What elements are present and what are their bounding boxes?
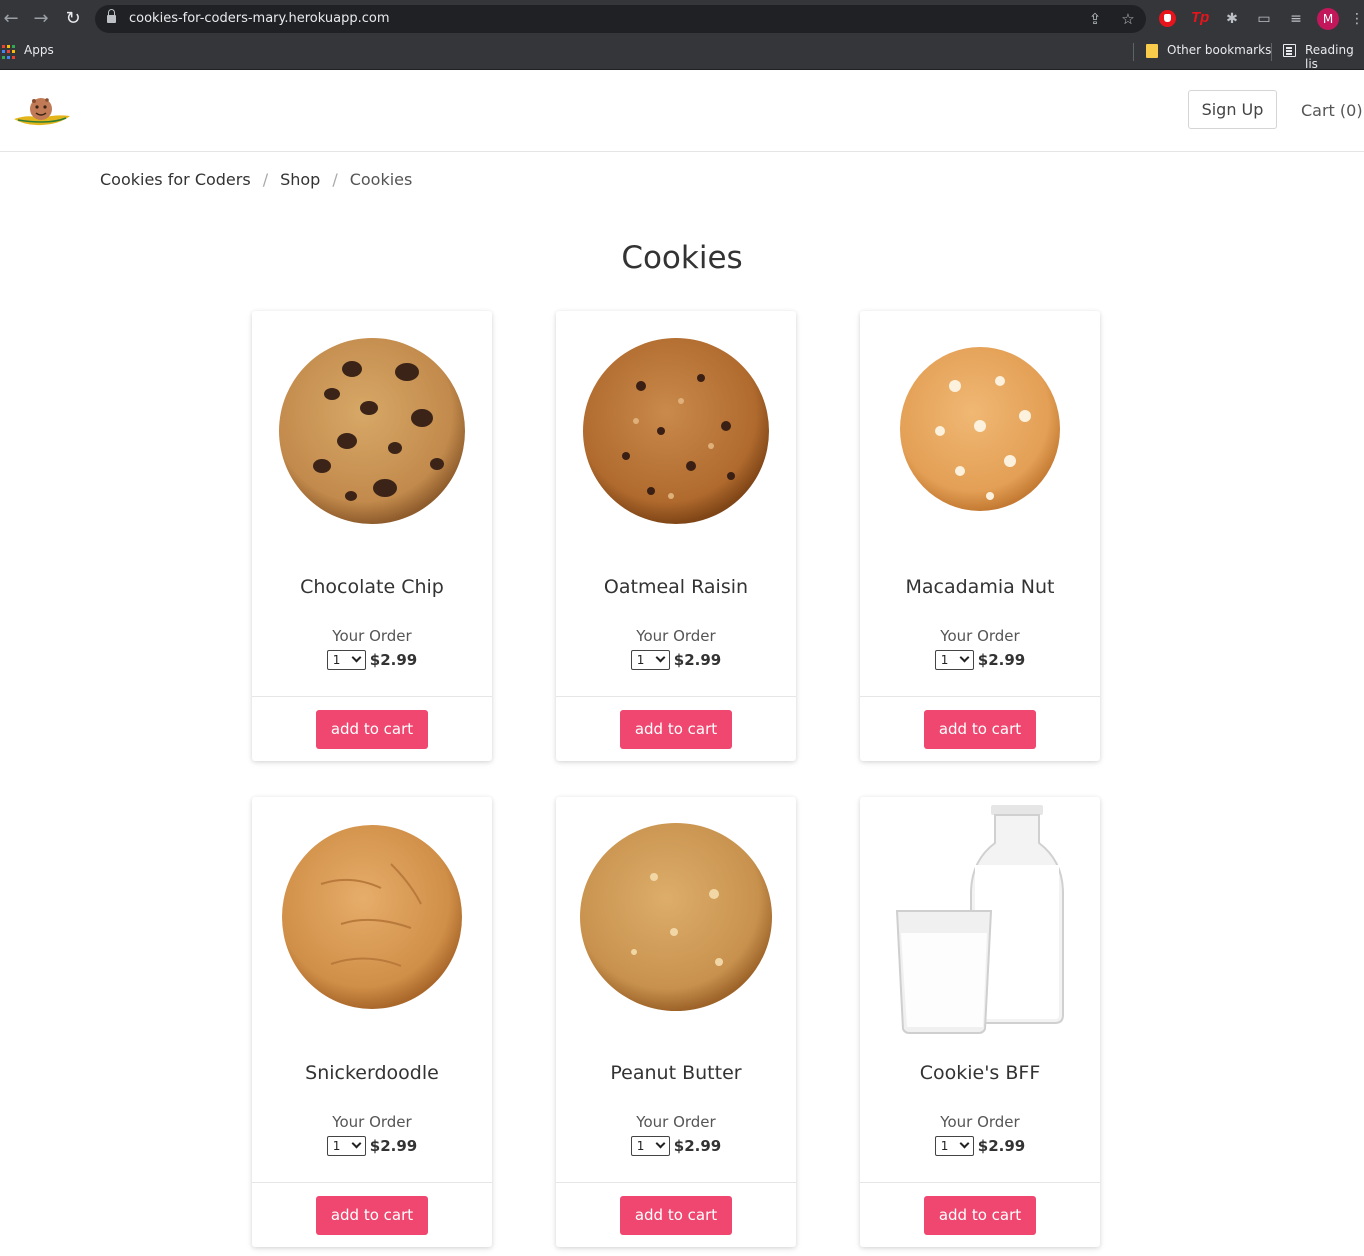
- product-card: Peanut Butter Your Order 1 $2.99 add to …: [556, 797, 796, 1247]
- extension-hand-icon[interactable]: [1159, 10, 1176, 27]
- page-title: Cookies: [621, 240, 743, 276]
- bookmark-divider: [1133, 43, 1134, 61]
- order-label: Your Order: [940, 627, 1020, 645]
- breadcrumb-separator: /: [332, 170, 338, 189]
- breadcrumb-shop[interactable]: Shop: [280, 170, 320, 189]
- peanut-butter-cookie-image: [580, 823, 772, 1011]
- sign-up-button[interactable]: Sign Up: [1188, 90, 1277, 129]
- breadcrumb: Cookies for Coders / Shop / Cookies: [100, 170, 412, 189]
- product-card: Snickerdoodle Your Order 1 $2.99 add to …: [252, 797, 492, 1247]
- bookmarks-bar: Apps Other bookmarks Reading lis: [0, 38, 1364, 71]
- browser-toolbar: ← → ↻ cookies-for-coders-mary.herokuapp.…: [0, 0, 1364, 38]
- order-label: Your Order: [332, 627, 412, 645]
- kebab-menu-icon[interactable]: ⋮: [1347, 9, 1364, 29]
- site-logo[interactable]: [12, 94, 72, 134]
- chevron-down-icon: [959, 1138, 970, 1149]
- share-icon[interactable]: ⇪: [1085, 9, 1105, 29]
- quantity-select[interactable]: 1: [326, 650, 366, 670]
- bookmark-star-icon[interactable]: ☆: [1118, 9, 1138, 29]
- product-card: Cookie's BFF Your Order 1 $2.99 add to c…: [860, 797, 1100, 1247]
- product-price: $2.99: [977, 651, 1026, 669]
- cast-icon[interactable]: ▭: [1254, 9, 1274, 29]
- folder-icon: [1146, 44, 1158, 58]
- other-bookmarks[interactable]: Other bookmarks: [1167, 43, 1271, 57]
- breadcrumb-current: Cookies: [349, 170, 413, 189]
- reading-list-icon: [1283, 44, 1296, 57]
- chevron-down-icon: [351, 652, 362, 663]
- apps-grid-icon[interactable]: [2, 45, 16, 59]
- order-label: Your Order: [636, 1113, 716, 1131]
- bookmark-divider: [1271, 43, 1272, 61]
- product-price: $2.99: [673, 651, 722, 669]
- product-name: Macadamia Nut: [905, 576, 1055, 598]
- product-name: Cookie's BFF: [919, 1062, 1041, 1084]
- quantity-select[interactable]: 1: [934, 1136, 974, 1156]
- add-to-cart-button[interactable]: add to cart: [924, 1196, 1036, 1235]
- back-arrow-icon[interactable]: ←: [0, 8, 22, 30]
- product-name: Snickerdoodle: [305, 1062, 439, 1084]
- extensions-puzzle-icon[interactable]: ✱: [1222, 9, 1242, 29]
- order-label: Your Order: [332, 1113, 412, 1131]
- apps-bookmark[interactable]: Apps: [24, 43, 54, 57]
- chevron-down-icon: [351, 1138, 362, 1149]
- address-bar[interactable]: cookies-for-coders-mary.herokuapp.com ⇪ …: [95, 5, 1146, 33]
- chevron-down-icon: [655, 1138, 666, 1149]
- product-card: Macadamia Nut Your Order 1 $2.99 add to …: [860, 311, 1100, 761]
- chevron-down-icon: [655, 652, 666, 663]
- breadcrumb-separator: /: [262, 170, 269, 189]
- product-name: Oatmeal Raisin: [603, 576, 749, 598]
- product-price: $2.99: [369, 651, 418, 669]
- product-price: $2.99: [673, 1137, 722, 1155]
- extension-tp-icon[interactable]: Tp: [1191, 9, 1209, 26]
- reading-list[interactable]: Reading lis: [1305, 43, 1364, 71]
- product-name: Peanut Butter: [610, 1062, 742, 1084]
- cart-link[interactable]: Cart (0): [1301, 101, 1363, 120]
- quantity-select[interactable]: 1: [934, 650, 974, 670]
- url-text[interactable]: cookies-for-coders-mary.herokuapp.com: [129, 11, 389, 26]
- lock-icon: [107, 9, 116, 24]
- macadamia-nut-cookie-image: [900, 347, 1060, 511]
- media-control-icon[interactable]: ≡: [1286, 9, 1306, 29]
- product-card: Oatmeal Raisin Your Order 1 $2.99 add to…: [556, 311, 796, 761]
- oatmeal-raisin-cookie-image: [583, 338, 769, 524]
- add-to-cart-button[interactable]: add to cart: [620, 1196, 732, 1235]
- product-name: Chocolate Chip: [300, 576, 444, 598]
- site-header: Sign Up Cart (0): [0, 70, 1364, 152]
- quantity-select[interactable]: 1: [630, 650, 670, 670]
- product-price: $2.99: [369, 1137, 418, 1155]
- order-label: Your Order: [940, 1113, 1020, 1131]
- chevron-down-icon: [959, 652, 970, 663]
- milk-bottle-and-glass-image: [895, 805, 1064, 1034]
- forward-arrow-icon[interactable]: →: [30, 8, 52, 30]
- quantity-select[interactable]: 1: [630, 1136, 670, 1156]
- add-to-cart-button[interactable]: add to cart: [620, 710, 732, 749]
- add-to-cart-button[interactable]: add to cart: [924, 710, 1036, 749]
- quantity-select[interactable]: 1: [326, 1136, 366, 1156]
- profile-avatar[interactable]: M: [1317, 8, 1339, 30]
- order-label: Your Order: [636, 627, 716, 645]
- add-to-cart-button[interactable]: add to cart: [316, 1196, 428, 1235]
- add-to-cart-button[interactable]: add to cart: [316, 710, 428, 749]
- snickerdoodle-cookie-image: [282, 825, 462, 1009]
- breadcrumb-home[interactable]: Cookies for Coders: [100, 170, 251, 189]
- product-card: Chocolate Chip Your Order 1 $2.99 add to…: [252, 311, 492, 761]
- reload-icon[interactable]: ↻: [62, 8, 84, 30]
- product-price: $2.99: [977, 1137, 1026, 1155]
- chocolate-chip-cookie-image: [279, 338, 465, 524]
